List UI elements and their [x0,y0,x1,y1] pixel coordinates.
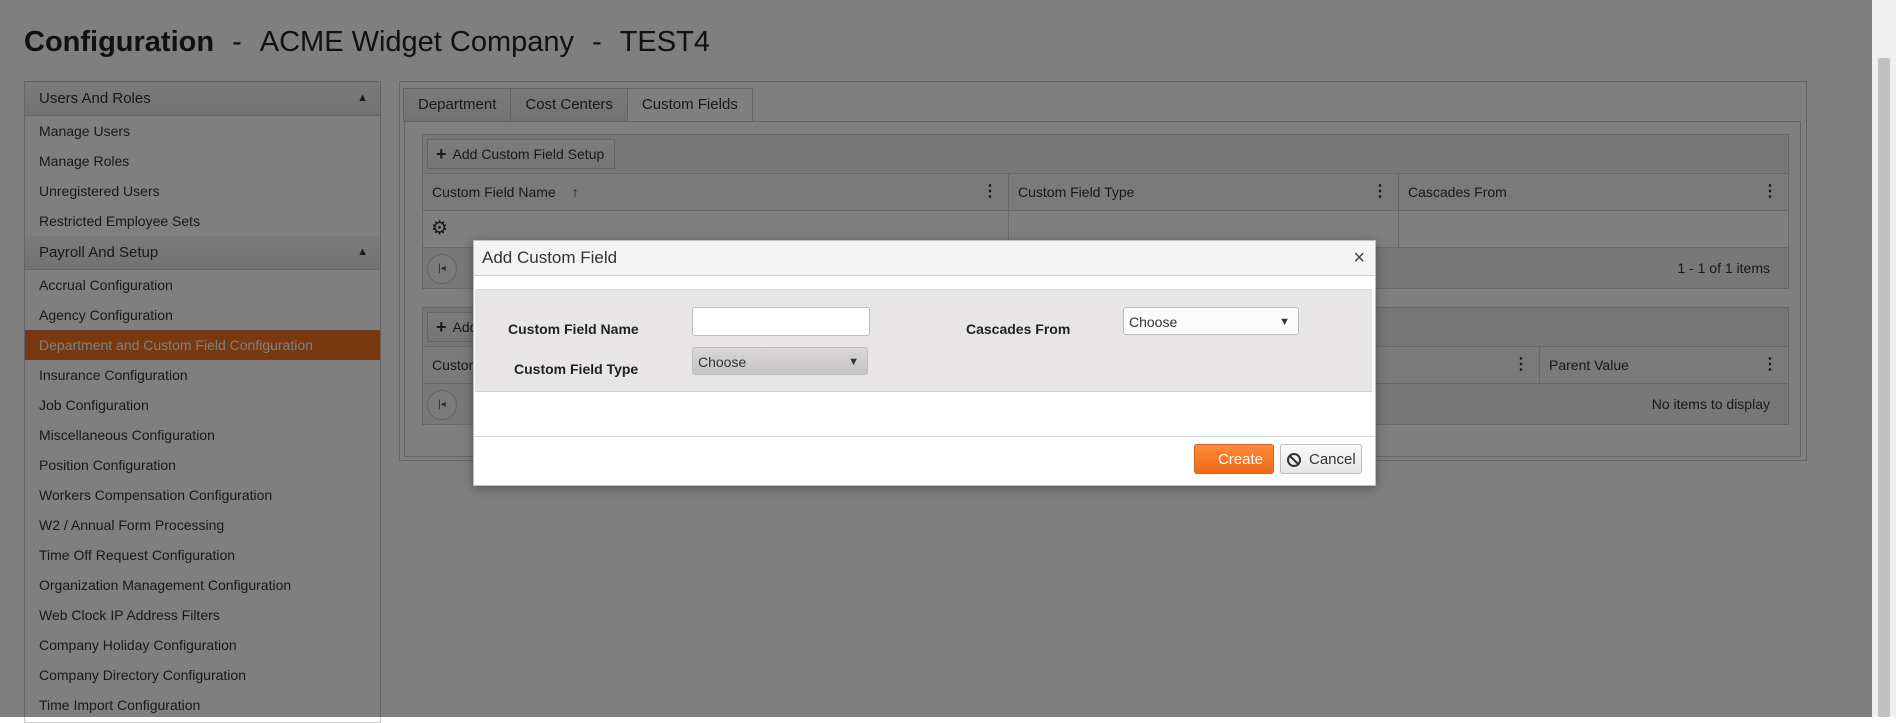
select-value: Choose [1129,314,1178,330]
button-label: Create [1217,451,1263,468]
cancel-icon [1287,453,1301,467]
cascades-from-select[interactable]: Choose ▼ [1123,307,1299,335]
custom-field-name-input[interactable] [692,307,870,336]
add-custom-field-dialog: Add Custom Field × Custom Field Name Cus… [473,240,1376,486]
cascades-from-label: Cascades From [966,321,1071,337]
dialog-title-bar: Add Custom Field × [474,241,1375,276]
cancel-button[interactable]: Cancel [1280,444,1362,474]
button-label: Cancel [1309,451,1356,468]
scrollbar[interactable] [1872,0,1896,717]
chevron-down-icon: ▼ [848,356,859,368]
dialog-title: Add Custom Field [482,248,618,267]
custom-field-name-label: Custom Field Name [508,321,639,337]
scrollbar-thumb[interactable] [1878,58,1890,717]
close-icon[interactable]: × [1353,241,1365,275]
custom-field-type-select[interactable]: Choose ▼ [692,347,868,375]
select-value: Choose [698,354,747,370]
create-button[interactable]: Create [1194,444,1274,474]
custom-field-type-label: Custom Field Type [514,361,639,377]
chevron-down-icon: ▼ [1279,316,1290,328]
dialog-form: Custom Field Name Custom Field Type Choo… [475,289,1372,392]
